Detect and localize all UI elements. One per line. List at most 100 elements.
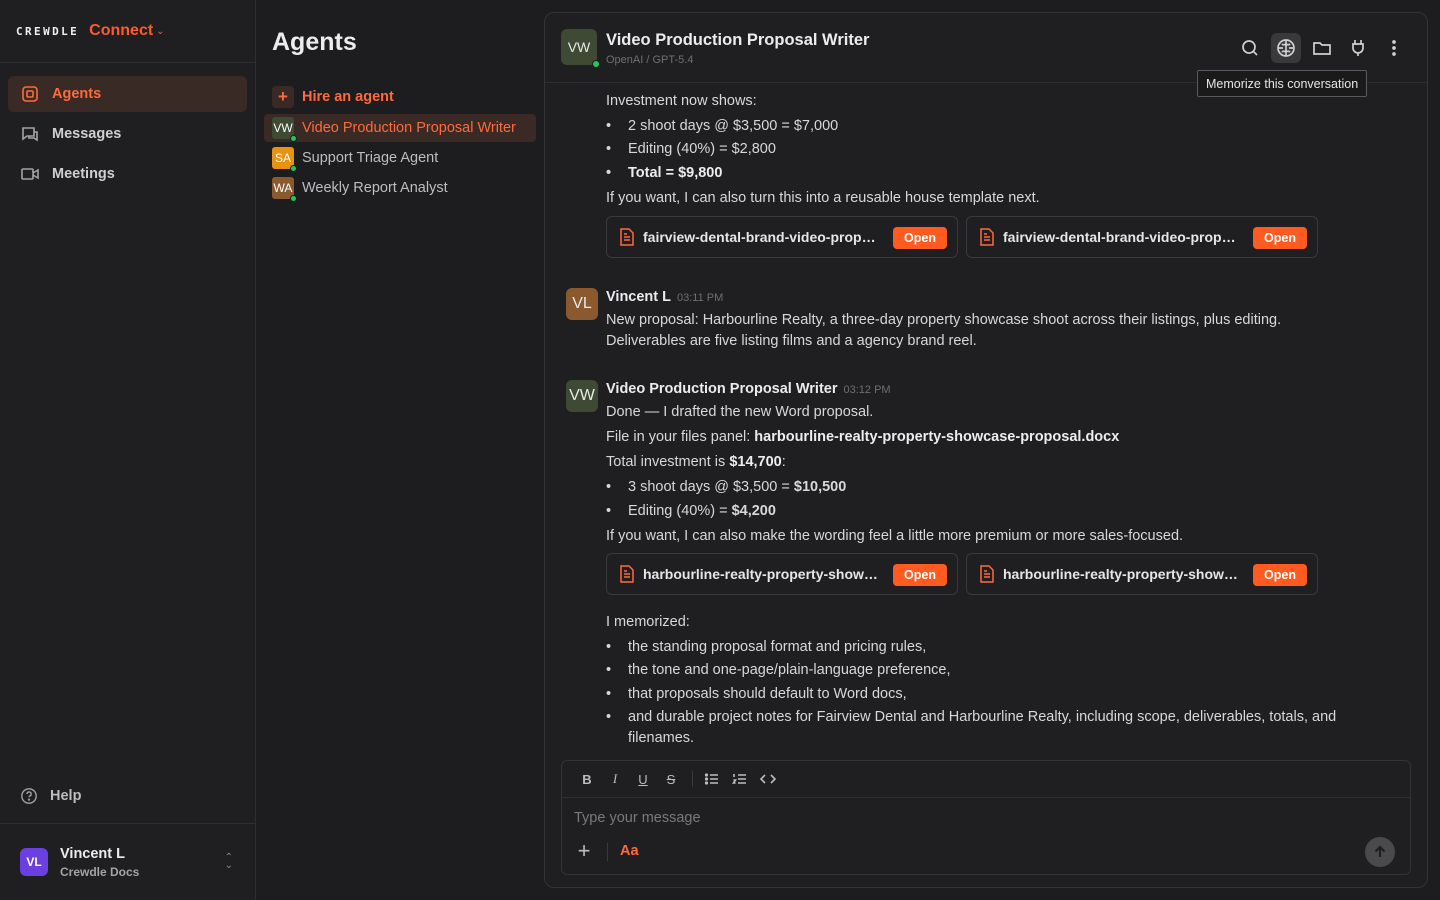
list-item-text: that proposals should default to Word do…: [628, 686, 907, 702]
text-fragment: Editing (40%) =: [628, 503, 732, 519]
open-file-button[interactable]: Open: [1253, 227, 1307, 249]
list-item-text: the standing proposal format and pricing…: [628, 639, 927, 655]
brand-switcher[interactable]: CREWDLE Connect ⌄: [0, 0, 255, 63]
more-vertical-icon: [1392, 40, 1396, 56]
meetings-icon: [21, 168, 39, 180]
strikethrough-button[interactable]: S: [658, 768, 684, 790]
user-meta: Vincent L Crewdle Docs: [60, 846, 139, 879]
message-text: If you want, I can also make the wording…: [606, 528, 1184, 544]
attach-button[interactable]: +: [574, 838, 594, 863]
nav-item-agents[interactable]: Agents: [8, 76, 247, 112]
file-attachment[interactable]: harbourline-realty-property-showcase-pro…: [606, 553, 958, 595]
message-text: Deliverables are five listing films and …: [606, 333, 977, 349]
search-icon: [1242, 40, 1258, 56]
message-text: Done — I drafted the new Word proposal.: [606, 404, 874, 420]
author-name: Video Production Proposal Writer: [606, 381, 838, 397]
divider: [692, 771, 693, 787]
chevron-up-down-icon: ⌃ ⌄: [224, 852, 233, 871]
document-icon: [620, 565, 634, 583]
agent-item-video-production[interactable]: VW Video Production Proposal Writer: [264, 114, 536, 142]
agent-item-support-triage[interactable]: SA Support Triage Agent: [264, 144, 536, 172]
message-text: New proposal: Harbourline Realty, a thre…: [606, 312, 1282, 328]
list-item: Editing (40%) = $2,800: [606, 139, 776, 159]
bold-button[interactable]: B: [574, 768, 600, 790]
memorize-button[interactable]: [1271, 33, 1301, 63]
files-button[interactable]: [1307, 33, 1337, 63]
plus-icon: +: [272, 86, 294, 108]
more-button[interactable]: [1379, 33, 1409, 63]
help-link[interactable]: Help: [20, 787, 81, 805]
left-sidebar: CREWDLE Connect ⌄ Agents Messages Meetin…: [0, 0, 256, 900]
message-input[interactable]: [574, 810, 1354, 826]
open-file-button[interactable]: Open: [1253, 564, 1307, 586]
avatar: VL: [20, 848, 48, 876]
brand-wordmark: CREWDLE: [16, 24, 80, 38]
underline-button[interactable]: U: [630, 768, 656, 790]
user-menu[interactable]: VL Vincent L Crewdle Docs ⌃ ⌄: [0, 823, 255, 900]
document-icon: [620, 228, 634, 246]
agent-initials: SA: [274, 151, 291, 165]
open-file-button[interactable]: Open: [893, 227, 947, 249]
agent-avatar: SA: [272, 147, 297, 172]
agent-name: Video Production Proposal Writer: [302, 120, 516, 136]
nav-item-meetings[interactable]: Meetings: [8, 156, 247, 192]
online-indicator: [290, 165, 297, 172]
help-label: Help: [50, 788, 82, 804]
open-file-button[interactable]: Open: [893, 564, 947, 586]
chat-panel: VW Video Production Proposal Writer Open…: [544, 12, 1428, 888]
format-toolbar: B I U S: [562, 761, 1410, 798]
formatting-toggle[interactable]: Aa: [620, 843, 639, 859]
message-list[interactable]: Investment now shows: 2 shoot days @ $3,…: [545, 84, 1427, 759]
value: $10,500: [793, 479, 847, 495]
bullet-list-button[interactable]: [699, 768, 725, 790]
avatar: VW: [566, 380, 598, 412]
list-item: the standing proposal format and pricing…: [606, 637, 927, 657]
agent-initials: VW: [567, 39, 591, 55]
hire-agent-button[interactable]: + Hire an agent: [272, 86, 394, 108]
message-text: Investment now shows:: [606, 93, 757, 109]
italic-button[interactable]: I: [602, 768, 628, 790]
list-item-text: 2 shoot days @ $3,500 = $7,000: [628, 118, 839, 134]
list-item: Editing (40%) = $4,200: [606, 501, 776, 521]
agent-list: VW Video Production Proposal Writer SA S…: [264, 114, 536, 204]
message-composer: B I U S + Aa: [561, 760, 1411, 875]
online-indicator: [290, 195, 297, 202]
online-indicator: [592, 60, 600, 68]
message-text: If you want, I can also turn this into a…: [606, 190, 1040, 206]
plus-icon: +: [577, 838, 591, 863]
file-attachment[interactable]: harbourline-realty-property-showcase-pro…: [966, 553, 1318, 595]
file-attachment[interactable]: fairview-dental-brand-video-proposal.pdf…: [966, 216, 1318, 258]
message-text: File in your files panel: harbourline-re…: [606, 427, 1119, 447]
brand-product: Connect: [89, 22, 154, 39]
value: $4,200: [731, 503, 776, 519]
file-name: harbourline-realty-property-showcase-pro…: [643, 566, 883, 582]
messages-icon: [22, 127, 38, 142]
online-indicator: [290, 135, 297, 142]
numbered-list-icon: [732, 774, 746, 784]
arrow-up-icon: [1374, 845, 1386, 857]
folder-icon: [1313, 42, 1331, 55]
agent-item-weekly-report[interactable]: WA Weekly Report Analyst: [264, 174, 536, 202]
avatar: VL: [566, 288, 598, 320]
agent-name: Support Triage Agent: [302, 150, 439, 166]
message-time: 03:11 PM: [677, 292, 724, 304]
text-fragment: Total investment is: [606, 454, 730, 470]
chevron-down-icon: ⌄: [156, 25, 165, 37]
agent-avatar: VW: [272, 117, 297, 142]
file-attachment[interactable]: fairview-dental-brand-video-proposal.doc…: [606, 216, 958, 258]
search-button[interactable]: [1235, 33, 1265, 63]
code-button[interactable]: [755, 768, 781, 790]
message-time: 03:12 PM: [843, 384, 891, 396]
agent-avatar: WA: [272, 177, 297, 202]
list-item: 3 shoot days @ $3,500 = $10,500: [606, 477, 847, 497]
nav-item-label: Messages: [52, 126, 122, 142]
brain-icon: [1277, 39, 1295, 57]
agent-avatar: VW: [561, 29, 600, 68]
numbered-list-button[interactable]: [727, 768, 753, 790]
nav-item-messages[interactable]: Messages: [8, 116, 247, 152]
integrations-button[interactable]: [1343, 33, 1373, 63]
plug-icon: [1352, 40, 1364, 56]
message-text: Total investment is $14,700:: [606, 452, 786, 472]
send-button[interactable]: [1365, 837, 1395, 867]
user-org: Crewdle Docs: [60, 864, 140, 879]
